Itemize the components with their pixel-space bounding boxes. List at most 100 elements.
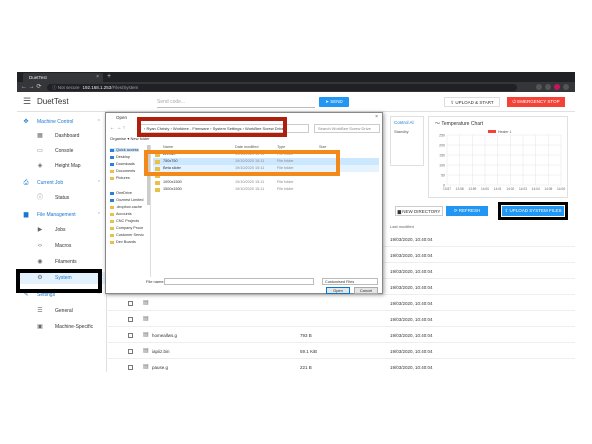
new-directory-button[interactable]: ▆ NEW DIRECTORY [395,206,443,216]
file-date: 19/03/2020, 10:40:04 [390,253,433,258]
file-name[interactable]: iapiiz.bin [152,349,170,354]
dialog-search-input[interactable]: Search WorkBee Screw Drive [314,124,380,133]
emergency-stop-button[interactable]: ⏻ EMERGENCY STOP [507,97,565,107]
folder-icon: ▆ [23,212,29,218]
menu-dots-icon[interactable] [563,84,569,90]
sidebar-item-current-job[interactable]: ⎙ Current Job ⌃ [17,177,107,189]
sidebar-item-label: General [55,308,73,314]
list-header-date[interactable]: Date modified [235,145,258,149]
file-date: 19/03/2020, 10:40:04 [390,365,433,370]
new-tab-icon[interactable]: + [107,72,111,82]
sidebar-item-macros[interactable]: ‹› Macros [17,240,107,252]
y-tick-label: 200 [439,144,445,148]
sidebar-item-jobs[interactable]: ▶ Jobs [17,224,107,236]
tree-item-label: .dropbox.cache [116,205,142,209]
dashboard-icon: ▦ [37,133,43,139]
sidebar-item-label: File Management [37,212,76,218]
table-row[interactable]: ▤ homeallws.g 793 B 19/03/2020, 10:40:04 [108,328,575,343]
sidebar-item-height-map[interactable]: ◈ Height Map [17,160,107,172]
profile-avatar-icon[interactable] [554,84,560,90]
browser-tab[interactable]: DuetTest × [23,73,103,82]
tree-item[interactable]: Pictures [110,176,130,180]
sidebar-item-file-management[interactable]: ▆ File Management ⌃ [17,209,107,221]
row-checkbox[interactable] [128,333,133,338]
table-row[interactable]: ▤ iapiiz.bin 59.1 KiB 19/03/2020, 10:40:04 [108,344,575,359]
chevron-up-icon[interactable]: ⌃ [97,116,101,128]
tree-item[interactable]: Accounts [110,212,132,216]
temperature-chart: 25020015010050013:57 13:58 13:59 14:00 14:01… [439,130,565,191]
tree-item-label: Quick access [116,148,139,152]
file-name[interactable]: homeallws.g [152,333,177,338]
sidebar-item-general[interactable]: ☰ General [17,305,107,317]
tree-item[interactable]: Downloads [110,162,135,166]
file-type-filter[interactable]: Customised Files [322,278,378,285]
last-modified-header[interactable]: Last modified [390,224,414,229]
list-header-name[interactable]: Name [163,145,173,149]
folder-type: File folder [277,180,294,184]
chevron-up-icon[interactable]: ⌃ [97,177,101,189]
tree-item-label: Accounts [116,212,132,216]
sidebar-item-machine-specific[interactable]: ▣ Machine-Specific [17,321,107,333]
tree-item[interactable]: Quick access [110,148,139,152]
sidebar-item-dashboard[interactable]: ▦ Dashboard [17,130,107,142]
tab-title: DuetTest [29,75,47,80]
extension-icons [536,84,569,90]
file-name-input[interactable] [164,278,314,285]
tree-item[interactable]: .dropbox.cache [110,205,142,209]
file-size: 59.1 KiB [300,349,318,354]
sidebar-item-label: Filaments [55,259,77,265]
sidebar-item-filaments[interactable]: ◉ Filaments [17,256,107,268]
tree-item[interactable]: Dev Boards [110,240,136,244]
chevron-up-icon[interactable]: ⌃ [97,209,101,221]
row-checkbox[interactable] [128,301,133,306]
table-row[interactable]: ▤ 19/03/2020, 10:40:04 [108,312,575,327]
gcode-input[interactable]: Send code... [157,97,315,108]
list-header-size[interactable]: Size [319,145,326,149]
tree-item[interactable]: Company Proce [110,226,143,230]
tree-item-label: Company Proce [116,226,144,230]
tree-item[interactable]: CNC Projects [110,219,139,223]
back-forward-reload-icons[interactable]: ← → ⟳ [21,82,41,92]
file-name[interactable]: pause.g [152,365,168,370]
sidebar-item-console[interactable]: ▭ Console [17,145,107,157]
list-header-type[interactable]: Type [277,145,285,149]
tab-close-icon[interactable]: × [96,73,99,82]
tree-item[interactable]: Desktop [110,155,130,159]
dialog-close-icon[interactable]: × [375,113,378,122]
open-button[interactable]: Open [326,287,350,294]
extension-icon[interactable] [536,84,542,90]
tree-item-label: OneDrive [116,191,133,195]
file-date: 19/03/2020, 10:40:04 [390,285,433,290]
dialog-file-row[interactable]: 1500x1500 19/10/2020 15:11 File folder [153,186,379,193]
tree-item[interactable]: Documents [110,169,135,173]
cancel-button[interactable]: Cancel [354,287,378,294]
folder-icon [110,226,114,230]
address-bar[interactable]: ⓘ Not secure 192.168.1.253/Files/System [47,83,517,91]
tree-item[interactable]: Ooznest Limited [110,198,143,202]
folder-name: 1500x1500 [163,187,182,191]
row-checkbox[interactable] [128,317,133,322]
tree-item-label: Desktop [116,155,130,159]
send-button[interactable]: ➤ SEND [319,97,349,107]
table-row[interactable]: ▤ 19/03/2020, 10:40:04 [108,296,575,311]
tree-item[interactable]: OneDrive [110,191,132,195]
extension-icon[interactable] [545,84,551,90]
file-size: 221 B [300,365,312,370]
dialog-nav-arrows-icon[interactable]: ← → ↑ [110,125,125,131]
sidebar-item-status[interactable]: ⓘ Status [17,192,107,204]
cpu-icon: ▣ [37,324,43,330]
tree-item[interactable]: Customer Servic [110,233,144,237]
hamburger-menu-icon[interactable]: ☰ [23,96,31,107]
sidebar-item-machine-control[interactable]: ✥ Machine Control ⌃ [17,116,107,128]
refresh-button[interactable]: ⟳ REFRESH [446,206,488,216]
dialog-file-row[interactable]: 1000x1500 19/10/2020 15:11 File folder [153,179,379,186]
file-icon: ▤ [143,332,149,338]
app-title: DuetTest [37,97,69,106]
control-all-title: Control Al [394,120,414,125]
table-row[interactable]: ▤ pause.g 221 B 19/03/2020, 10:40:04 [108,360,575,372]
folder-icon [110,169,114,173]
row-checkbox[interactable] [128,365,133,370]
upload-and-start-button[interactable]: ⇪ UPLOAD & START [444,97,500,107]
row-checkbox[interactable] [128,349,133,354]
sidebar-item-label: Machine-Specific [55,324,94,330]
